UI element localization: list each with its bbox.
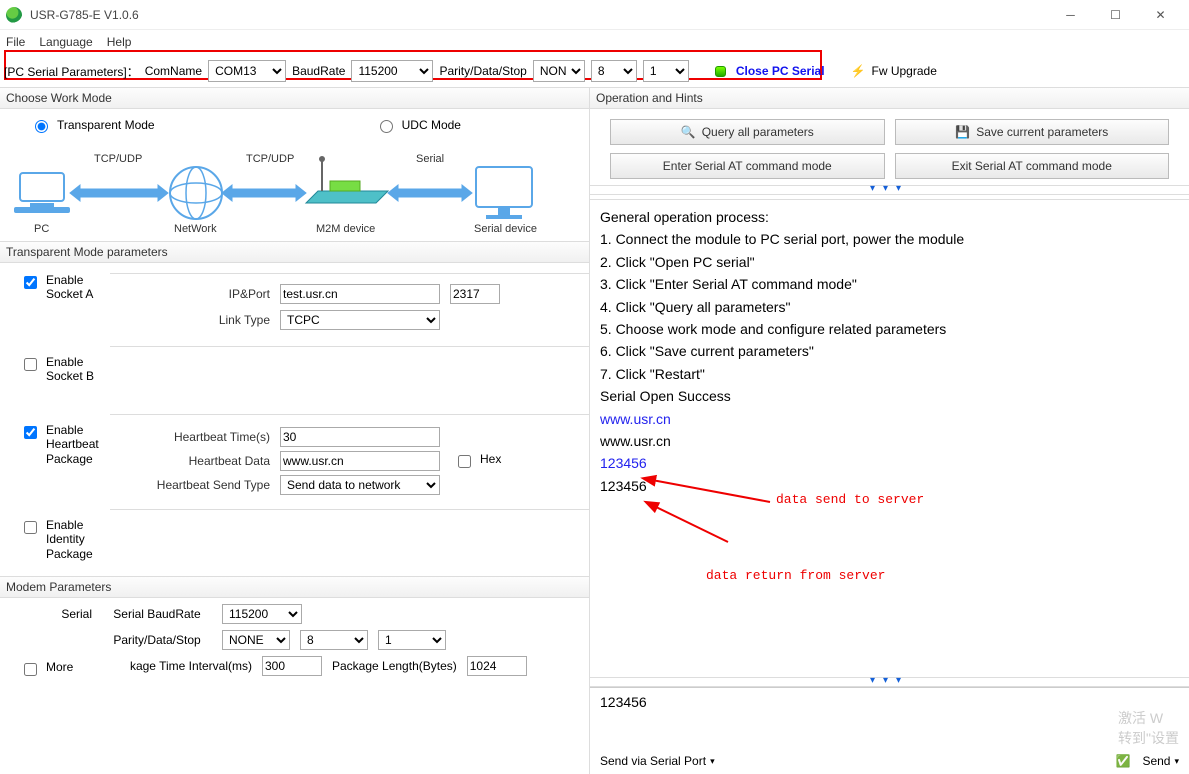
enable-socket-a[interactable]: Enable Socket A	[20, 273, 110, 302]
databits-select[interactable]: 8	[591, 60, 637, 82]
search-icon: 🔍	[681, 125, 696, 139]
serial-toolbar: [PC Serial Parameters]： ComName COM13 Ba…	[4, 57, 1185, 85]
save-params-button[interactable]: 💾 Save current parameters	[895, 119, 1170, 145]
collapse-handle-bottom[interactable]: ▾▾▾	[590, 677, 1189, 687]
parity-select[interactable]: NONE	[533, 60, 585, 82]
comname-select[interactable]: COM13	[208, 60, 286, 82]
pkg-length-input[interactable]	[467, 656, 527, 676]
send-icon: ✅	[1115, 754, 1130, 768]
workmode-header: Choose Work Mode	[0, 87, 589, 109]
radio-udc-input[interactable]	[380, 120, 393, 133]
menu-help[interactable]: Help	[107, 35, 132, 49]
enable-identity[interactable]: Enable Identity Package	[20, 518, 110, 561]
tparams-header: Transparent Mode parameters	[0, 241, 589, 263]
titlebar: USR-G785-E V1.0.6 ─ ☐ ✕	[0, 0, 1189, 30]
topology-diagram: PC NetWork M2M device Serial device TCP/…	[0, 141, 589, 241]
annotation-send: data send to server	[776, 490, 924, 511]
send-text-area[interactable]: 123456	[600, 694, 1179, 750]
log-area[interactable]: General operation process: 1. Connect th…	[590, 199, 1189, 677]
close-serial-button[interactable]: Close PC Serial	[736, 64, 825, 78]
modem-parity-select[interactable]: NONE	[222, 630, 290, 650]
enable-socket-b[interactable]: Enable Socket B	[20, 355, 110, 384]
modem-baud-select[interactable]: 115200	[222, 604, 302, 624]
pds-label: Parity/Data/Stop	[439, 64, 526, 78]
enter-at-button[interactable]: Enter Serial AT command mode	[610, 153, 885, 179]
menubar: File Language Help	[0, 30, 1189, 54]
query-all-button[interactable]: 🔍 Query all parameters	[610, 119, 885, 145]
modem-header: Modem Parameters	[0, 576, 589, 598]
ops-header: Operation and Hints	[590, 87, 1189, 109]
linktype-select[interactable]: TCPC	[280, 310, 440, 330]
enable-heartbeat[interactable]: Enable Heartbeat Package	[20, 423, 110, 466]
radio-udc[interactable]: UDC Mode	[375, 117, 461, 133]
close-window-button[interactable]: ✕	[1138, 1, 1183, 29]
serial-status-led	[715, 66, 726, 77]
window-title: USR-G785-E V1.0.6	[30, 8, 139, 22]
stopbits-select[interactable]: 1	[643, 60, 689, 82]
hb-time-input[interactable]	[280, 427, 440, 447]
port-input[interactable]	[450, 284, 500, 304]
hex-checkbox[interactable]: Hex	[454, 452, 501, 471]
send-button[interactable]: Send ▾	[1142, 754, 1179, 768]
radio-transparent-input[interactable]	[35, 120, 48, 133]
modem-data-select[interactable]: 8	[300, 630, 368, 650]
hb-data-input[interactable]	[280, 451, 440, 471]
pcparams-label: [PC Serial Parameters]：	[4, 63, 139, 80]
hb-sendtype-select[interactable]: Send data to network	[280, 475, 440, 495]
menu-file[interactable]: File	[6, 35, 25, 49]
annotation-recv: data return from server	[706, 566, 885, 587]
ip-input[interactable]	[280, 284, 440, 304]
modem-stop-select[interactable]: 1	[378, 630, 446, 650]
maximize-button[interactable]: ☐	[1093, 1, 1138, 29]
pkg-interval-input[interactable]	[262, 656, 322, 676]
app-icon	[6, 7, 22, 23]
baud-select[interactable]: 115200	[351, 60, 433, 82]
baud-label: BaudRate	[292, 64, 345, 78]
exit-at-button[interactable]: Exit Serial AT command mode	[895, 153, 1170, 179]
radio-transparent[interactable]: Transparent Mode	[30, 117, 155, 133]
collapse-handle-top[interactable]: ▾▾▾	[590, 185, 1189, 195]
comname-label: ComName	[145, 64, 202, 78]
send-via-dropdown[interactable]: Send via Serial Port ▾	[600, 754, 715, 768]
save-icon: 💾	[955, 125, 970, 139]
fw-upgrade-button[interactable]: Fw Upgrade	[872, 64, 937, 78]
menu-language[interactable]: Language	[39, 35, 92, 49]
usr-link[interactable]: www.usr.cn	[600, 411, 671, 427]
lightning-icon: ⚡	[851, 64, 866, 78]
minimize-button[interactable]: ─	[1048, 1, 1093, 29]
